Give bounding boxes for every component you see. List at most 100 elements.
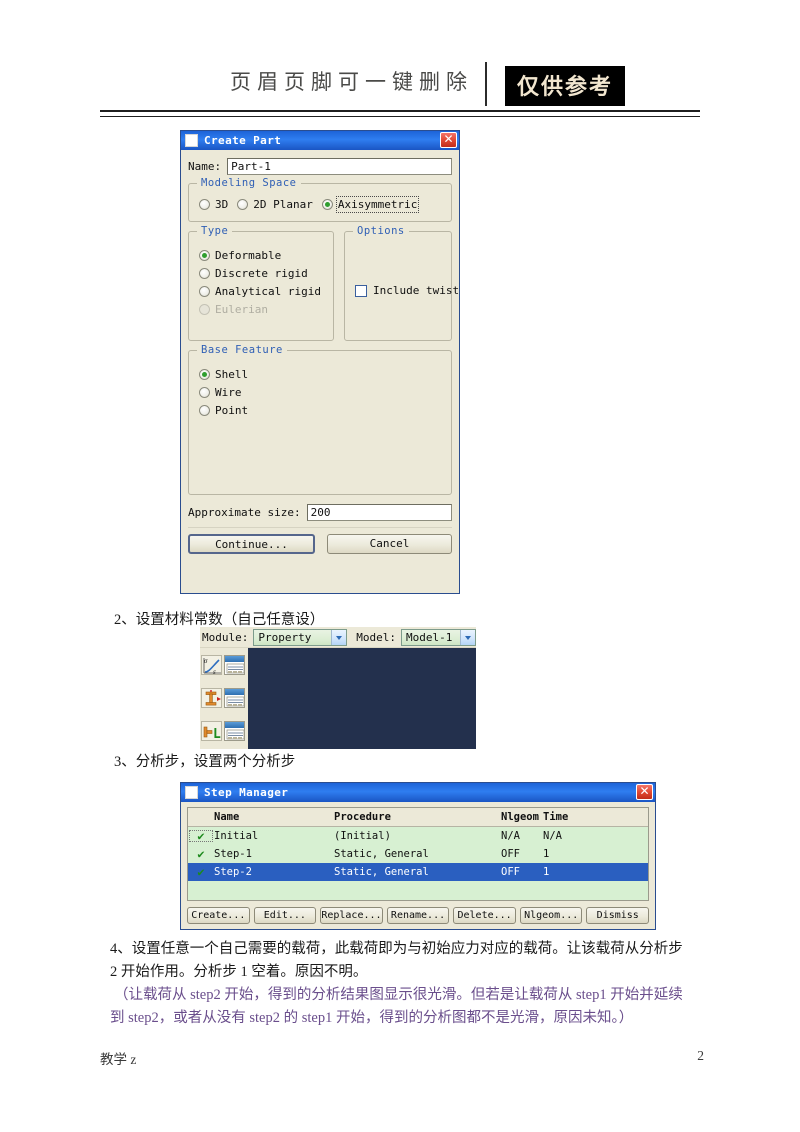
toolbox-row-assign-section: L: [200, 714, 248, 747]
radio-discrete-rigid[interactable]: Discrete rigid: [199, 267, 325, 280]
step-3-paragraph: 3、分析步，设置两个分析步: [114, 754, 296, 770]
create-material-icon[interactable]: σ ε: [201, 654, 222, 675]
page-header: 页眉页脚可一键删除 仅供参考: [100, 62, 700, 112]
radio-2d-planar-label: 2D Planar: [253, 198, 313, 211]
include-twist-checkbox[interactable]: Include twist: [355, 284, 459, 297]
close-icon-2[interactable]: ✕: [636, 784, 653, 800]
header-rule-thick: [100, 110, 700, 112]
create-section-icon[interactable]: [201, 687, 222, 708]
radio-wire-label: Wire: [215, 386, 242, 399]
radio-3d-label: 3D: [215, 198, 229, 211]
row-procedure: Static, General: [334, 848, 429, 860]
part-name-input[interactable]: Part-1: [227, 158, 452, 175]
approximate-size-label: Approximate size:: [188, 506, 301, 519]
header-badge: 仅供参考: [505, 66, 626, 106]
svg-text:σ: σ: [204, 657, 208, 665]
create-part-button-row: Continue... Cancel: [188, 527, 452, 554]
radio-discrete-rigid-label: Discrete rigid: [215, 267, 308, 280]
continue-button[interactable]: Continue...: [188, 534, 315, 554]
row-procedure: Static, General: [334, 866, 429, 878]
window-system-icon: [185, 134, 198, 147]
chevron-down-icon-2[interactable]: [460, 629, 475, 645]
create-part-title: Create Part: [204, 134, 282, 147]
header-time: Time: [543, 811, 569, 823]
radio-eulerian-icon: [199, 304, 210, 315]
create-step-button[interactable]: Create...: [187, 907, 250, 924]
table-row[interactable]: ✔ Initial (Initial) N/A N/A: [188, 827, 648, 845]
include-twist-label: Include twist: [373, 284, 460, 297]
footer-left-text: 教学 z: [100, 1052, 137, 1067]
options-title: Options: [353, 225, 409, 237]
radio-shell[interactable]: Shell: [199, 368, 443, 381]
replace-step-button[interactable]: Replace...: [320, 907, 383, 924]
create-part-dialog[interactable]: Create Part ✕ Name: Part-1 Modeling Spac…: [180, 130, 460, 594]
type-options-row: Type Deformable Discrete rigid Analytica…: [188, 225, 459, 341]
radio-wire[interactable]: Wire: [199, 386, 443, 399]
approximate-size-input[interactable]: 200: [306, 504, 452, 521]
svg-text:ε: ε: [213, 668, 216, 675]
model-select[interactable]: Model-1: [401, 628, 476, 646]
radio-shell-icon: [199, 369, 210, 380]
module-select[interactable]: Property: [253, 628, 348, 646]
row-check-icon[interactable]: ✔: [188, 829, 214, 843]
radio-discrete-rigid-icon: [199, 268, 210, 279]
property-module-toolbox: σ ε L: [200, 648, 248, 749]
abaqus-viewport[interactable]: [248, 648, 476, 749]
header-watermark-text: 页眉页脚可一键删除: [230, 70, 473, 94]
radio-eulerian: Eulerian: [199, 303, 325, 316]
table-row-selected[interactable]: ✔ Step-2 Static, General OFF 1: [188, 863, 648, 881]
edit-step-button[interactable]: Edit...: [253, 907, 317, 924]
section-manager-icon[interactable]: [224, 687, 245, 708]
row-check-icon[interactable]: ✔: [188, 847, 214, 861]
toolbox-row-material: σ ε: [200, 648, 248, 681]
rename-step-button[interactable]: Rename...: [386, 907, 450, 924]
chevron-down-icon[interactable]: [331, 629, 347, 645]
header-divider: [485, 62, 487, 106]
create-part-body: Name: Part-1 Modeling Space 3D 2D Planar…: [181, 150, 459, 560]
radio-axisymmetric-label: Axisymmetric: [335, 196, 420, 213]
note-line-2: 到 step2，或者从没有 step2 的 step1 开始，得到的分析图都不是…: [110, 1010, 634, 1026]
assign-section-icon[interactable]: L: [201, 720, 222, 741]
section-assignment-manager-icon[interactable]: [224, 720, 245, 741]
header-procedure: Procedure: [334, 811, 391, 823]
step-manager-body: Name Procedure Nlgeom Time ✔ Initial (In…: [181, 802, 655, 929]
radio-point[interactable]: Point: [199, 404, 443, 417]
radio-axisymmetric-icon: [321, 199, 333, 210]
radio-axisymmetric[interactable]: Axisymmetric: [321, 196, 420, 213]
radio-3d[interactable]: 3D: [199, 198, 228, 211]
close-icon[interactable]: ✕: [440, 132, 457, 148]
approximate-size-row: Approximate size: 200: [188, 504, 452, 521]
type-title: Type: [197, 225, 233, 237]
model-select-value: Model-1: [406, 630, 453, 644]
radio-analytical-rigid[interactable]: Analytical rigid: [199, 285, 325, 298]
step-manager-title: Step Manager: [204, 786, 289, 799]
nlgeom-button[interactable]: Nlgeom...: [519, 907, 583, 924]
step-manager-titlebar[interactable]: Step Manager ✕: [181, 783, 655, 802]
options-group: Options Include twist: [344, 225, 459, 341]
step-table-header: Name Procedure Nlgeom Time: [188, 808, 648, 827]
dismiss-button[interactable]: Dismiss: [586, 907, 650, 924]
name-label: Name:: [188, 160, 222, 173]
row-check-icon[interactable]: ✔: [188, 865, 214, 879]
cancel-button[interactable]: Cancel: [327, 534, 452, 554]
step-table[interactable]: Name Procedure Nlgeom Time ✔ Initial (In…: [187, 807, 649, 901]
radio-wire-icon: [199, 387, 210, 398]
table-row[interactable]: ✔ Step-1 Static, General OFF 1: [188, 845, 648, 863]
name-row: Name: Part-1: [188, 158, 452, 175]
type-group: Type Deformable Discrete rigid Analytica…: [188, 225, 334, 341]
step-manager-dialog[interactable]: Step Manager ✕ Name Procedure Nlgeom Tim…: [180, 782, 656, 930]
radio-deformable-label: Deformable: [215, 249, 282, 262]
row-time: 1: [543, 848, 550, 860]
checkbox-icon: [355, 284, 367, 297]
header-rule-thin: [100, 116, 700, 117]
radio-deformable[interactable]: Deformable: [199, 249, 325, 262]
radio-2d-planar[interactable]: 2D Planar: [237, 198, 313, 211]
model-label: Model:: [356, 630, 397, 644]
row-nlgeom: OFF: [501, 866, 520, 878]
radio-2d-planar-icon: [237, 199, 249, 210]
create-part-titlebar[interactable]: Create Part ✕: [181, 131, 459, 150]
delete-step-button[interactable]: Delete...: [453, 907, 516, 924]
radio-deformable-icon: [199, 250, 210, 261]
radio-shell-label: Shell: [215, 368, 249, 381]
material-manager-icon[interactable]: [224, 654, 245, 675]
